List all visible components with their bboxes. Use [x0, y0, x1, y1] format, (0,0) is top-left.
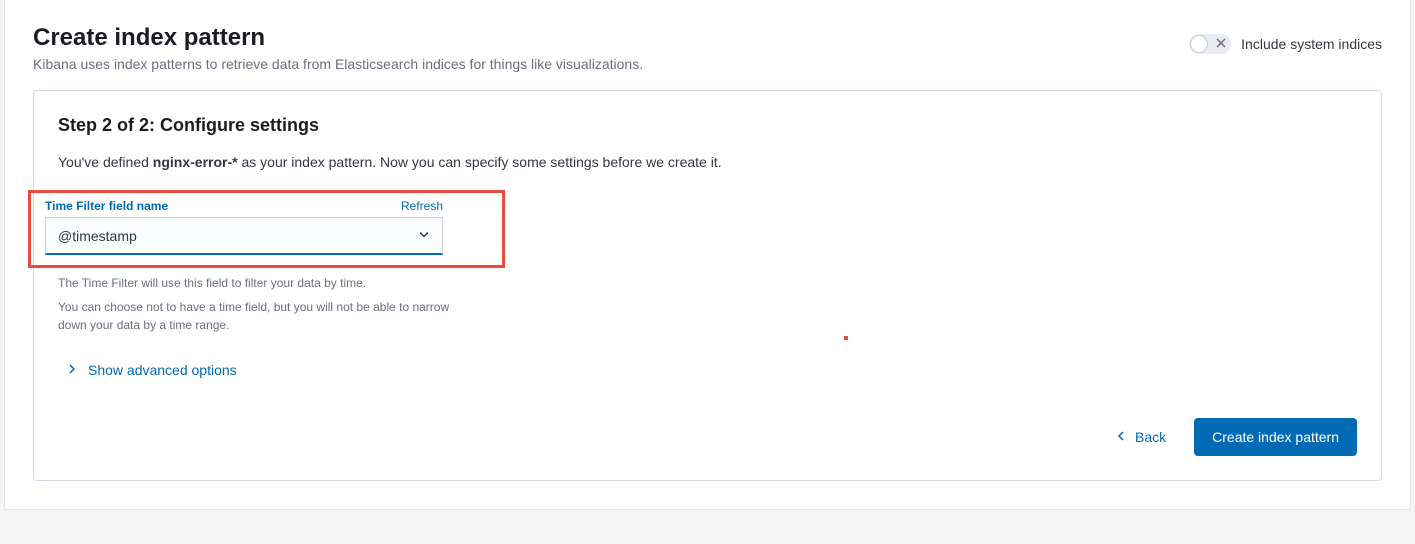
time-filter-help-2: You can choose not to have a time field,…	[58, 298, 458, 334]
page-subtitle: Kibana uses index patterns to retrieve d…	[33, 56, 1189, 72]
page-header: Create index pattern Kibana uses index p…	[33, 24, 1382, 90]
show-advanced-options[interactable]: Show advanced options	[66, 362, 1357, 378]
index-pattern-name: nginx-error-*	[153, 154, 238, 170]
time-filter-help-1: The Time Filter will use this field to f…	[58, 274, 458, 292]
step-desc-pre: You've defined	[58, 154, 153, 170]
back-button-label: Back	[1135, 429, 1166, 445]
toggle-knob	[1190, 35, 1208, 53]
page-title: Create index pattern	[33, 24, 1189, 52]
step-description: You've defined nginx-error-* as your ind…	[58, 154, 1357, 170]
chevron-right-icon	[66, 362, 78, 378]
panel-footer: Back Create index pattern	[58, 418, 1357, 456]
step-title: Step 2 of 2: Configure settings	[58, 115, 1357, 136]
page-container: Create index pattern Kibana uses index p…	[4, 0, 1411, 510]
configure-settings-panel: Step 2 of 2: Configure settings You've d…	[33, 90, 1382, 481]
show-advanced-options-label: Show advanced options	[88, 362, 237, 378]
red-dot-marker	[844, 336, 848, 340]
time-filter-select[interactable]: @timestamp	[45, 217, 443, 255]
include-system-indices-toggle-group: Include system indices	[1189, 34, 1382, 54]
include-system-indices-toggle[interactable]	[1189, 34, 1231, 54]
time-filter-select-value: @timestamp	[58, 228, 137, 244]
time-filter-field-label: Time Filter field name	[45, 199, 168, 213]
create-index-pattern-button[interactable]: Create index pattern	[1194, 418, 1357, 456]
close-icon	[1216, 38, 1226, 50]
step-desc-post: as your index pattern. Now you can speci…	[238, 154, 722, 170]
time-filter-highlight: Time Filter field name Refresh @timestam…	[28, 190, 505, 268]
back-button[interactable]: Back	[1111, 421, 1170, 453]
chevron-left-icon	[1115, 429, 1127, 445]
include-system-indices-label: Include system indices	[1241, 36, 1382, 52]
refresh-link[interactable]: Refresh	[401, 199, 443, 213]
